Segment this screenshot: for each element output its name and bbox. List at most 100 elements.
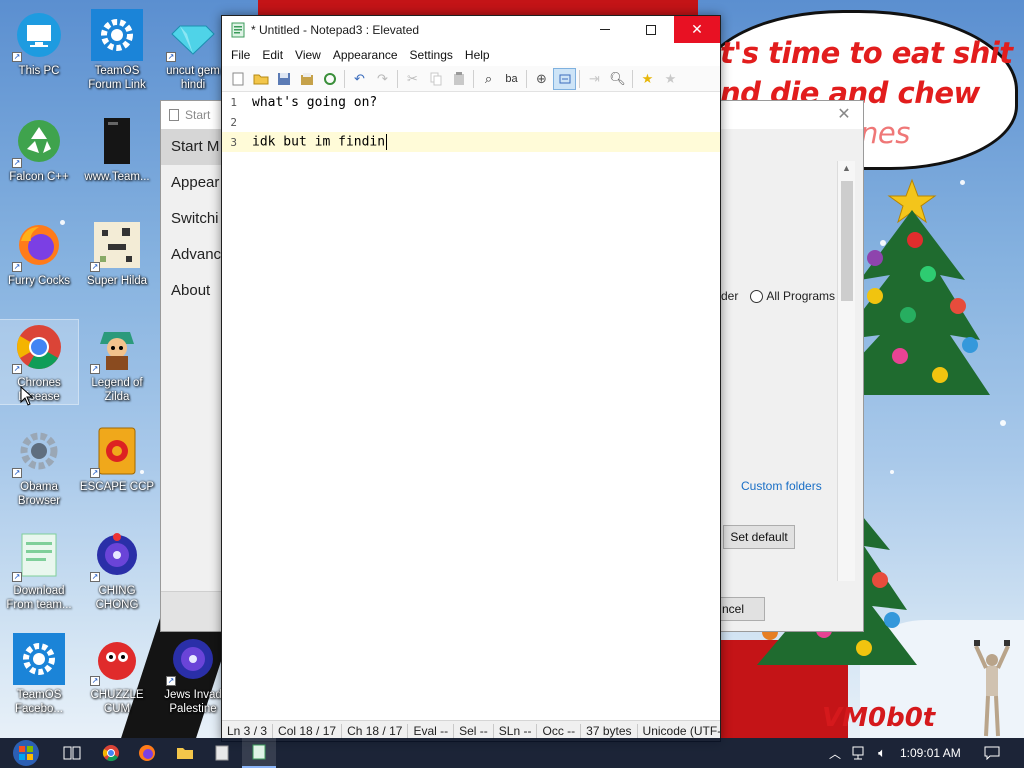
watermark-text: VM0b0t — [822, 703, 936, 733]
maximize-button[interactable] — [628, 16, 674, 43]
close-icon[interactable]: ✕ — [833, 104, 855, 126]
start-button[interactable] — [0, 738, 52, 768]
menu-bar: File Edit View Appearance Settings Help — [222, 44, 720, 66]
monitor-icon: ↗ — [12, 8, 66, 62]
dancer-figure-icon — [974, 640, 1010, 737]
desktop-icon-download[interactable]: ↗ Download From team... — [0, 528, 78, 612]
desktop-icon-escape-ccp[interactable]: ↗ ESCAPE CCP — [78, 424, 156, 494]
editor-line[interactable]: 1 what's going on? — [222, 92, 720, 112]
window-title: * Untitled - Notepad3 : Elevated — [251, 23, 420, 37]
title-bar[interactable]: * Untitled - Notepad3 : Elevated ✕ — [222, 16, 720, 44]
minimize-button[interactable] — [582, 16, 628, 43]
taskbar-chrome[interactable] — [96, 738, 126, 768]
start-menu-dialog: Start Start M Appear Switchi Advanc Abou… — [160, 100, 224, 632]
status-selection: Sel -- — [454, 723, 494, 739]
custom-folders-link[interactable]: Custom folders — [741, 479, 822, 493]
taskbar-firefox[interactable] — [132, 738, 162, 768]
elf-character-icon: ↗ — [90, 320, 144, 374]
desktop-icon-teamos-forum[interactable]: TeamOS Forum Link — [78, 8, 156, 92]
desktop-icon-legend-zilda[interactable]: ↗ Legend of Zilda — [78, 320, 156, 404]
task-view-button[interactable] — [58, 738, 86, 768]
editor-line[interactable]: 2 — [222, 112, 720, 132]
nav-item-appearance[interactable]: Appear — [161, 165, 223, 201]
undo-icon[interactable]: ↶ — [348, 68, 371, 90]
new-file-icon[interactable] — [226, 68, 249, 90]
nav-item-about[interactable]: About — [161, 273, 223, 309]
taskbar-notepad3[interactable] — [242, 738, 276, 768]
desktop-icon-obama-browser[interactable]: ↗ Obama Browser — [0, 424, 78, 508]
clock[interactable]: 1:09:01 AM — [900, 738, 961, 768]
gear-icon — [90, 8, 144, 62]
desktop-icon-super-hilda[interactable]: ↗ Super Hilda — [78, 218, 156, 288]
zoom-in-icon[interactable]: 🔍︎ — [606, 68, 629, 90]
nav-item-advanced[interactable]: Advanc — [161, 237, 223, 273]
scroll-thumb[interactable] — [841, 181, 853, 301]
find-binoculars-icon[interactable]: ⌕ — [477, 68, 500, 90]
line-text[interactable]: what's going on? — [246, 95, 377, 110]
notification-icon — [984, 746, 1000, 760]
network-icon[interactable] — [848, 738, 868, 768]
desktop-icon-chuzzle[interactable]: ↗ CHUZZLE CUM — [78, 632, 156, 716]
scroll-up-icon[interactable]: ▲ — [842, 163, 851, 173]
status-encoding[interactable]: Unicode (UTF-8 — [638, 724, 720, 739]
replace-icon[interactable]: ba — [500, 68, 523, 90]
disc-icon: ↗ — [166, 632, 220, 686]
desktop-icon-teamos-facebook[interactable]: TeamOS Facebo... — [0, 632, 78, 716]
diamond-icon: ↗ — [166, 8, 220, 62]
desktop-icon-falcon[interactable]: ↗ Falcon C++ — [0, 114, 78, 184]
window-icon — [215, 745, 229, 761]
close-icon: ✕ — [691, 21, 703, 37]
notification-center-button[interactable] — [978, 738, 1006, 768]
redo-icon[interactable]: ↷ — [371, 68, 394, 90]
desktop-icon-furry-cocks[interactable]: ↗ Furry Cocks — [0, 218, 78, 288]
cancel-button[interactable]: ncel — [715, 597, 765, 621]
menu-settings[interactable]: Settings — [404, 48, 459, 62]
set-default-button[interactable]: Set default — [723, 525, 795, 549]
show-hidden-icons[interactable]: ︿ — [826, 738, 844, 768]
line-number: 3 — [230, 135, 237, 149]
goto-icon[interactable]: ⇥ — [583, 68, 606, 90]
notepad3-icon — [252, 744, 266, 760]
favorite-star-icon[interactable]: ★ — [636, 68, 659, 90]
menu-file[interactable]: File — [225, 48, 256, 62]
shortcut-arrow-icon: ↗ — [166, 52, 176, 62]
cut-icon[interactable]: ✂ — [401, 68, 424, 90]
menu-appearance[interactable]: Appearance — [327, 48, 404, 62]
shortcut-arrow-icon: ↗ — [12, 158, 22, 168]
paste-icon[interactable] — [447, 68, 470, 90]
pixel-character-icon: ↗ — [90, 218, 144, 272]
taskbar: ︿ 🔈︎ 1:09:01 AM — [0, 738, 1024, 768]
taskbar-startmenu-settings[interactable] — [208, 738, 236, 768]
copy-icon[interactable] — [424, 68, 447, 90]
desktop-icon-www-team[interactable]: www.Team... — [78, 114, 156, 184]
open-folder-icon[interactable] — [249, 68, 272, 90]
line-text[interactable]: idk but im findin — [246, 134, 388, 150]
editor-line-current[interactable]: 3 idk but im findin — [222, 132, 720, 152]
save-icon[interactable] — [272, 68, 295, 90]
save-as-icon[interactable] — [295, 68, 318, 90]
close-button[interactable]: ✕ — [674, 16, 720, 43]
menu-edit[interactable]: Edit — [256, 48, 289, 62]
menu-view[interactable]: View — [289, 48, 327, 62]
desktop-icon-this-pc[interactable]: ↗ This PC — [0, 8, 78, 78]
shortcut-arrow-icon: ↗ — [12, 364, 22, 374]
menu-help[interactable]: Help — [459, 48, 496, 62]
reload-icon[interactable] — [318, 68, 341, 90]
volume-icon[interactable]: 🔈︎ — [872, 738, 892, 768]
scrollbar[interactable]: ▲ — [837, 161, 855, 581]
radio-all-programs[interactable] — [750, 289, 764, 303]
desktop-icon-ching-chong[interactable]: ↗ CHING CHONG — [78, 528, 156, 612]
editor[interactable]: 1 what's going on? 2 3 idk but im findin — [222, 92, 720, 731]
settings-dialog: ✕ ▲ der All Programs Custom folders Set … — [715, 100, 864, 632]
shortcut-arrow-icon: ↗ — [166, 676, 176, 686]
firefox-icon — [139, 745, 155, 761]
taskbar-file-explorer[interactable] — [170, 738, 200, 768]
desktop-icon-chrome[interactable]: ↗ Chrones Disease — [0, 319, 79, 405]
nav-item-start-menu[interactable]: Start M — [161, 129, 223, 165]
radio-label-all-programs: All Programs — [766, 289, 836, 303]
zoom-icon[interactable]: ⊕ — [530, 68, 553, 90]
nav-item-switching[interactable]: Switchi — [161, 201, 223, 237]
add-favorite-icon[interactable]: ★ — [659, 68, 682, 90]
word-wrap-icon[interactable] — [553, 67, 576, 90]
status-char: Ch 18 / 17 — [342, 723, 409, 739]
